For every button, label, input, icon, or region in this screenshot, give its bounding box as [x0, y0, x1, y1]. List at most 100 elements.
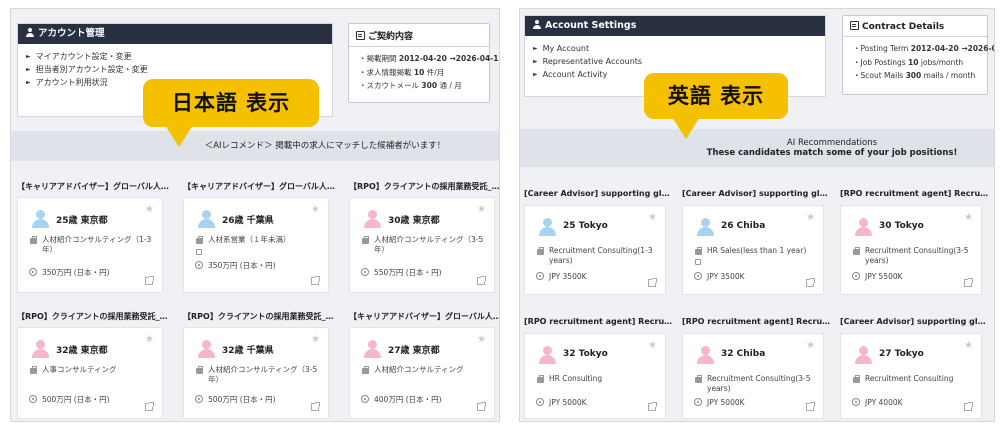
- candidate-salary: 350万円 (日本・円): [194, 261, 320, 271]
- currency-icon: [361, 395, 369, 403]
- candidate-salary: 350万円 (日本・円): [28, 268, 154, 278]
- star-icon[interactable]: ★: [145, 204, 154, 215]
- job-title[interactable]: 【RPO】クライアントの採用業務受託_チ...: [17, 311, 169, 322]
- job-title[interactable]: [Career Advisor] supporting global talen…: [682, 189, 832, 198]
- contract-term: ・Posting Term 2012-04-20 →2026-04-19: [853, 44, 994, 53]
- star-icon[interactable]: ★: [145, 334, 154, 345]
- job-title[interactable]: [Career Advisor] supporting global talen…: [524, 189, 674, 198]
- external-link-icon[interactable]: [806, 278, 815, 287]
- candidate-experience: 人材紹介コンサルティング（3-5年）: [194, 365, 320, 385]
- user-icon: [533, 20, 541, 29]
- candidate-card[interactable]: 30歳 東京都 ★ 人材紹介コンサルティング（3-5年） 550万円 (日本・円…: [349, 197, 495, 293]
- nav-item-representative-accounts[interactable]: ► 担当者別アカウント設定・変更: [26, 63, 324, 76]
- arrow-right-icon: ►: [26, 53, 31, 60]
- candidate-name: 30 Tokyo: [879, 221, 924, 231]
- briefcase-icon: [195, 366, 203, 374]
- account-nav-title: アカウント管理: [38, 28, 105, 39]
- external-link-icon[interactable]: [806, 402, 815, 411]
- job-title[interactable]: 【キャリアアドバイザー】グローバル人...: [349, 311, 499, 322]
- job-title[interactable]: [Career Advisor] supporting global talen…: [840, 317, 990, 326]
- candidate-salary: JPY 5000K: [693, 398, 817, 408]
- external-link-icon[interactable]: [145, 402, 154, 411]
- job-title[interactable]: 【キャリアアドバイザー】グローバル人...: [183, 181, 335, 192]
- candidate-name: 30歳 東京都: [388, 216, 440, 226]
- star-icon[interactable]: ★: [648, 212, 657, 223]
- nav-item-my-account[interactable]: ► My Account: [533, 42, 817, 55]
- currency-icon: [694, 272, 702, 280]
- job-title[interactable]: [RPO recruitment agent] Recruitment supp…: [840, 189, 990, 198]
- candidate-card[interactable]: 25 Tokyo ★ Recruitment Consulting(1-3 ye…: [524, 205, 666, 295]
- currency-icon: [852, 272, 860, 280]
- job-title[interactable]: 【キャリアアドバイザー】グローバル人...: [17, 181, 169, 192]
- contract-list: ・掲載期間 2012-04-20 →2026-04-19 ・求人情報掲載 10 …: [349, 47, 500, 97]
- candidate-salary: JPY 5500K: [851, 272, 975, 282]
- external-link-icon[interactable]: [648, 278, 657, 287]
- avatar-icon: [364, 210, 381, 228]
- job-title[interactable]: 【RPO】クライアントの採用業務受託_チ...: [349, 181, 499, 192]
- candidate-card[interactable]: 32 Tokyo ★ HR Consulting JPY 5000K: [524, 333, 666, 419]
- candidate-card[interactable]: 26歳 千葉県 ★ 人材系営業（１年未満） 350万円 (日本・円): [183, 197, 329, 293]
- job-title[interactable]: [RPO recruitment agent] Recruitment supp…: [682, 317, 832, 326]
- candidate-experience: 人材系営業（１年未満）: [194, 235, 320, 245]
- candidate-experience: 人事コンサルティング: [28, 365, 154, 375]
- briefcase-icon: [694, 375, 702, 383]
- external-link-icon[interactable]: [648, 402, 657, 411]
- avatar-icon: [364, 340, 381, 358]
- currency-icon: [536, 398, 544, 406]
- candidate-card[interactable]: 27 Tokyo ★ Recruitment Consulting JPY 40…: [840, 333, 982, 419]
- nav-item-my-account[interactable]: ► マイアカウント設定・変更: [26, 50, 324, 63]
- contract-postings: ・求人情報掲載 10 件/月: [359, 67, 445, 77]
- external-link-icon[interactable]: [145, 276, 154, 285]
- candidate-salary: 550万円 (日本・円): [360, 268, 486, 278]
- external-link-icon[interactable]: [477, 276, 486, 285]
- briefcase-icon: [536, 375, 544, 383]
- star-icon[interactable]: ★: [477, 204, 486, 215]
- avatar-icon: [198, 340, 215, 358]
- contract-details: ご契約内容 ・掲載期間 2012-04-20 →2026-04-19 ・求人情報…: [348, 23, 500, 103]
- star-icon[interactable]: ★: [648, 340, 657, 351]
- candidate-card[interactable]: 30 Tokyo ★ Recruitment Consulting(3-5 ye…: [840, 205, 982, 295]
- star-icon[interactable]: ★: [806, 340, 815, 351]
- contract-scout: ・Scout Mails 300 mails / month: [853, 71, 976, 80]
- briefcase-icon: [29, 366, 37, 374]
- star-icon[interactable]: ★: [311, 334, 320, 345]
- candidate-card[interactable]: 32歳 東京都 ★ 人事コンサルティング 500万円 (日本・円): [17, 327, 163, 419]
- candidate-name: 32歳 東京都: [56, 346, 108, 356]
- candidate-card[interactable]: 25歳 東京都 ★ 人材紹介コンサルティング（1-3年） 350万円 (日本・円…: [17, 197, 163, 293]
- contract-term: ・掲載期間 2012-04-20 →2026-04-19: [359, 54, 500, 63]
- briefcase-icon: [536, 247, 544, 255]
- nav-item-representative-accounts[interactable]: ► Representative Accounts: [533, 55, 817, 68]
- currency-icon: [195, 395, 203, 403]
- contract-postings: ・Job Postings 10 jobs/month: [853, 57, 964, 67]
- star-icon[interactable]: ★: [964, 212, 973, 223]
- job-title[interactable]: 【RPO】クライアントの採用業務受託_チ...: [183, 311, 335, 322]
- job-title[interactable]: [RPO recruitment agent] Recruitment supp…: [524, 317, 674, 326]
- candidate-card[interactable]: 32 Chiba ★ Recruitment Consulting(3-5 ye…: [682, 333, 824, 419]
- candidate-card[interactable]: 26 Chiba ★ HR Sales(less than 1 year) JP…: [682, 205, 824, 295]
- contract-details: Contract Details ・Posting Term 2012-04-2…: [842, 15, 994, 95]
- candidate-experience: 人材紹介コンサルティング（1-3年）: [28, 235, 154, 255]
- currency-icon: [29, 268, 37, 276]
- star-icon[interactable]: ★: [806, 212, 815, 223]
- external-link-icon[interactable]: [311, 276, 320, 285]
- star-icon[interactable]: ★: [477, 334, 486, 345]
- avatar-icon: [198, 210, 215, 228]
- star-icon[interactable]: ★: [311, 204, 320, 215]
- external-link-icon[interactable]: [311, 402, 320, 411]
- candidate-salary: JPY 3500K: [693, 272, 817, 282]
- avatar-icon: [697, 218, 714, 236]
- candidate-experience: Recruitment Consulting(1-3 years): [535, 246, 659, 266]
- external-link-icon[interactable]: [477, 402, 486, 411]
- external-link-icon[interactable]: [964, 278, 973, 287]
- candidate-salary: JPY 4000K: [851, 398, 975, 408]
- candidate-name: 26歳 千葉県: [222, 216, 274, 226]
- candidate-experience: Recruitment Consulting: [851, 374, 975, 384]
- account-nav-header: Account Settings: [525, 16, 825, 36]
- currency-icon: [361, 268, 369, 276]
- candidate-card[interactable]: 32歳 千葉県 ★ 人材紹介コンサルティング（3-5年） 500万円 (日本・円…: [183, 327, 329, 419]
- external-link-icon[interactable]: [964, 402, 973, 411]
- candidate-experience: Recruitment Consulting(3-5 years): [851, 246, 975, 266]
- candidate-card[interactable]: 27歳 東京都 ★ 人材紹介コンサルティング 400万円 (日本・円): [349, 327, 495, 419]
- avatar-icon: [32, 340, 49, 358]
- star-icon[interactable]: ★: [964, 340, 973, 351]
